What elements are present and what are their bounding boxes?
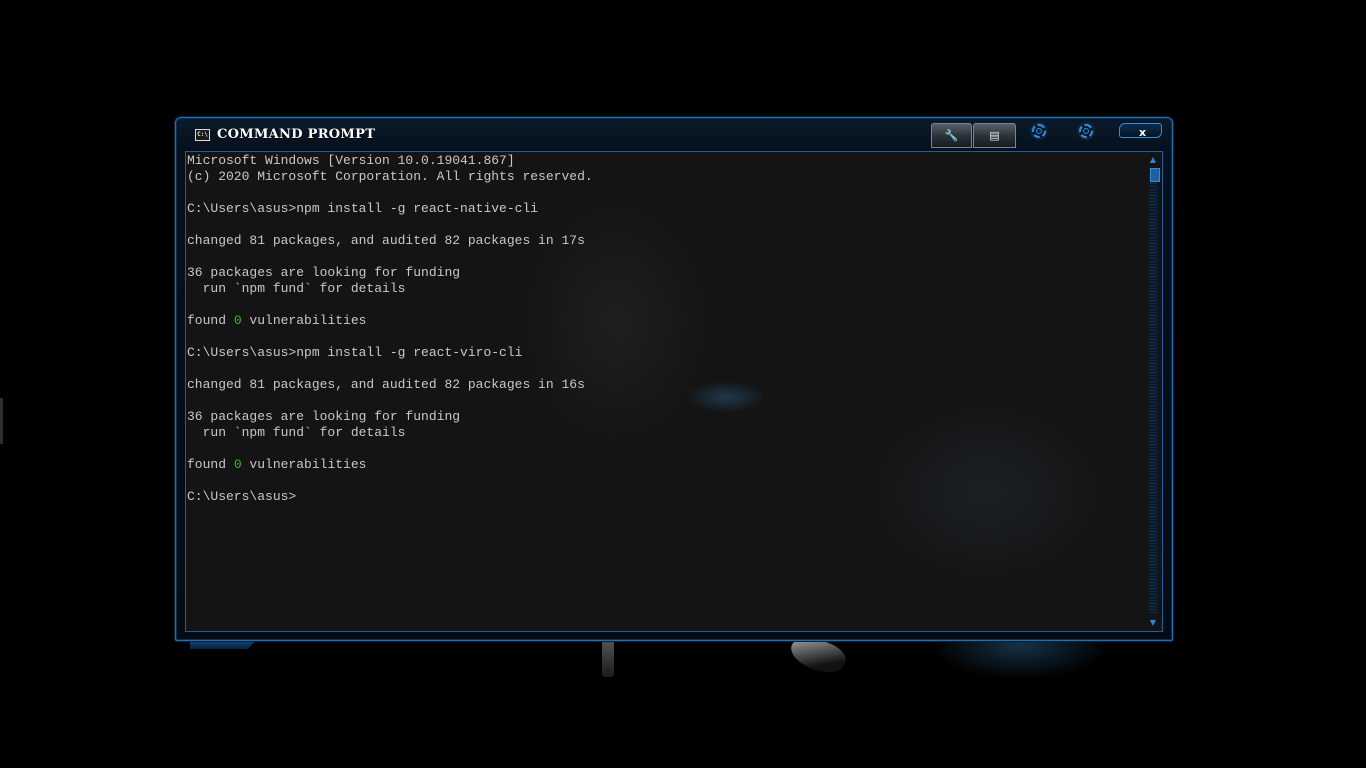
desktop: C:\ COMMAND PROMPT 🔧 ▤ x Microsoft Windo… xyxy=(0,0,1366,768)
console-line: found 0 vulnerabilities xyxy=(187,457,593,473)
properties-icon: ▤ xyxy=(989,129,1000,142)
vulnerability-count: 0 xyxy=(233,457,242,472)
command-prompt-window[interactable]: C:\ COMMAND PROMPT 🔧 ▤ x Microsoft Windo… xyxy=(175,117,1173,641)
console-text[interactable]: Microsoft Windows [Version 10.0.19041.86… xyxy=(187,153,593,505)
console-line: Microsoft Windows [Version 10.0.19041.86… xyxy=(187,153,515,168)
desktop-edge-marker xyxy=(0,398,3,444)
console-line: 36 packages are looking for funding xyxy=(187,265,461,280)
console-line-text: found xyxy=(187,313,234,328)
console-line: changed 81 packages, and audited 82 pack… xyxy=(187,233,585,248)
wallpaper-detail xyxy=(602,635,614,677)
cmd-icon[interactable]: C:\ xyxy=(195,129,210,141)
properties-button[interactable]: ▤ xyxy=(973,123,1016,148)
title-bar[interactable]: C:\ COMMAND PROMPT 🔧 ▤ x xyxy=(176,118,1172,151)
console-line: changed 81 packages, and audited 82 pack… xyxy=(187,377,585,392)
wrench-icon: 🔧 xyxy=(944,129,959,142)
console-line: found 0 vulnerabilities xyxy=(187,313,593,329)
console-output[interactable]: Microsoft Windows [Version 10.0.19041.86… xyxy=(185,151,1163,632)
console-line: C:\Users\asus>npm install -g react-nativ… xyxy=(187,201,539,216)
maximize-gear-icon[interactable] xyxy=(1079,124,1093,138)
minimize-gear-icon[interactable] xyxy=(1032,124,1046,138)
console-line: C:\Users\asus>npm install -g react-viro-… xyxy=(187,345,523,360)
tools-button[interactable]: 🔧 xyxy=(931,123,972,148)
window-bottom-tab xyxy=(190,640,256,649)
scroll-thumb[interactable] xyxy=(1150,168,1160,182)
scroll-down-icon[interactable]: ▼ xyxy=(1147,617,1159,629)
console-line: (c) 2020 Microsoft Corporation. All righ… xyxy=(187,169,593,184)
console-line-text: vulnerabilities xyxy=(241,457,367,472)
vulnerability-count: 0 xyxy=(233,313,242,328)
vertical-scrollbar[interactable]: ▲ ▼ xyxy=(1147,154,1160,629)
console-line: run `npm fund` for details xyxy=(187,425,406,440)
scroll-track[interactable] xyxy=(1149,168,1160,614)
console-line: 36 packages are looking for funding xyxy=(187,409,461,424)
close-button[interactable]: x xyxy=(1119,123,1162,139)
window-title: COMMAND PROMPT xyxy=(217,127,376,142)
close-icon: x xyxy=(1138,126,1147,139)
scroll-up-icon[interactable]: ▲ xyxy=(1147,154,1159,166)
console-line: C:\Users\asus> xyxy=(187,489,297,504)
console-line: run `npm fund` for details xyxy=(187,281,406,296)
console-line-text: found xyxy=(187,457,234,472)
console-line-text: vulnerabilities xyxy=(241,313,367,328)
